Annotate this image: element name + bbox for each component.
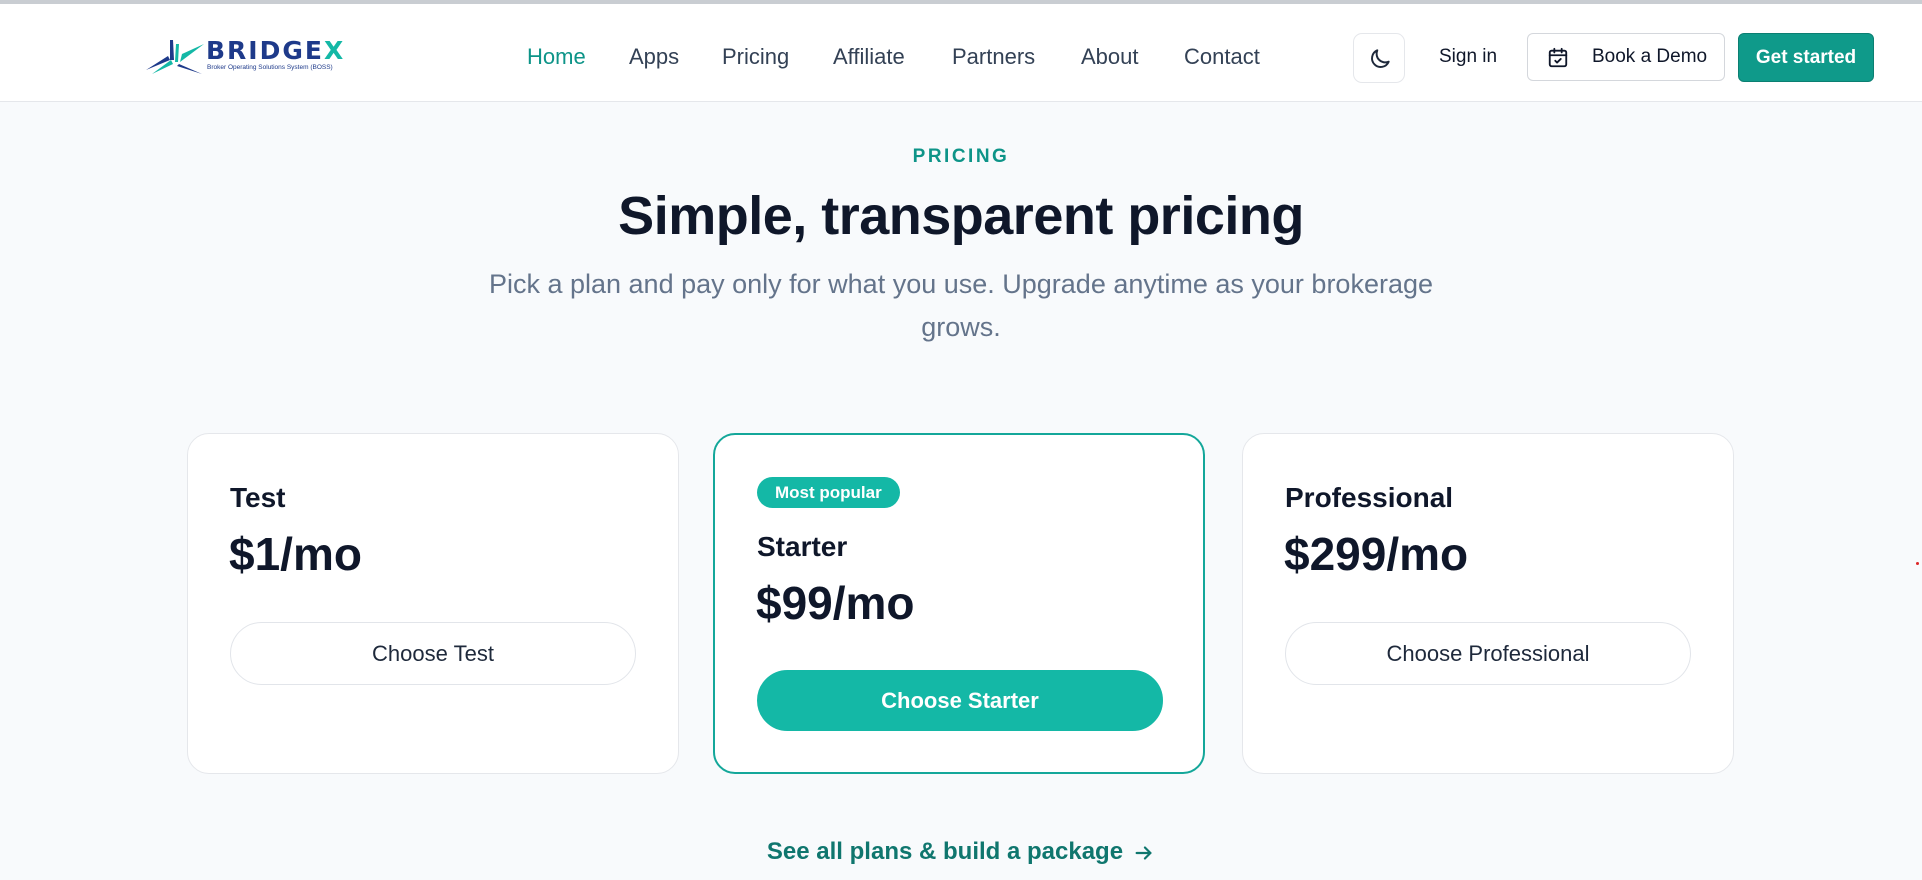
- top-navigation-bar: BRIDGEX Broker Operating Solutions Syste…: [0, 4, 1922, 102]
- moon-icon: [1371, 49, 1390, 68]
- plan-price: $1/mo: [229, 528, 362, 580]
- plan-card-starter: Most popular Starter $99/mo Choose Start…: [713, 433, 1205, 774]
- plan-name: Professional: [1285, 482, 1454, 513]
- theme-toggle-button[interactable]: [1353, 33, 1405, 83]
- get-started-button[interactable]: Get started: [1738, 33, 1874, 82]
- nav-link-apps[interactable]: Apps: [629, 41, 679, 73]
- section-eyebrow: PRICING: [912, 146, 1010, 167]
- plan-card-professional: Professional $299/mo Choose Professional: [1242, 433, 1734, 774]
- cursor-marker: [1916, 562, 1919, 565]
- see-all-plans-link[interactable]: See all plans & build a package: [0, 835, 1922, 869]
- brand-logo[interactable]: BRIDGEX Broker Operating Solutions Syste…: [146, 36, 346, 76]
- brand-tagline: Broker Operating Solutions System (BOSS): [207, 64, 333, 71]
- plan-price: $99/mo: [756, 577, 915, 629]
- plan-price: $299/mo: [1284, 528, 1469, 580]
- calendar-check-icon: [1548, 47, 1568, 68]
- logo-mark-icon: [146, 40, 204, 74]
- brand-name-accent: X: [323, 36, 346, 65]
- choose-test-button[interactable]: Choose Test: [230, 622, 636, 685]
- choose-starter-button[interactable]: Choose Starter: [757, 670, 1163, 731]
- nav-link-about[interactable]: About: [1081, 41, 1139, 73]
- see-all-plans-label: See all plans & build a package: [766, 838, 1124, 865]
- arrow-right-icon: [1133, 842, 1155, 864]
- plan-card-test: Test $1/mo Choose Test: [187, 433, 679, 774]
- nav-link-partners[interactable]: Partners: [952, 41, 1035, 73]
- nav-link-pricing[interactable]: Pricing: [722, 41, 789, 73]
- brand-name: BRIDGE: [206, 36, 324, 65]
- page-subtitle: Pick a plan and pay only for what you us…: [488, 269, 1434, 342]
- nav-link-contact[interactable]: Contact: [1184, 41, 1260, 73]
- nav-link-affiliate[interactable]: Affiliate: [833, 41, 905, 73]
- book-demo-label: Book a Demo: [1592, 46, 1708, 67]
- plan-name: Test: [230, 482, 286, 513]
- book-demo-button[interactable]: Book a Demo: [1527, 33, 1725, 81]
- nav-link-home[interactable]: Home: [527, 41, 586, 73]
- most-popular-badge: Most popular: [757, 477, 900, 508]
- plan-name: Starter: [757, 531, 848, 562]
- choose-professional-button[interactable]: Choose Professional: [1285, 622, 1691, 685]
- page-title: Simple, transparent pricing: [618, 186, 1304, 246]
- sign-in-link[interactable]: Sign in: [1439, 41, 1497, 73]
